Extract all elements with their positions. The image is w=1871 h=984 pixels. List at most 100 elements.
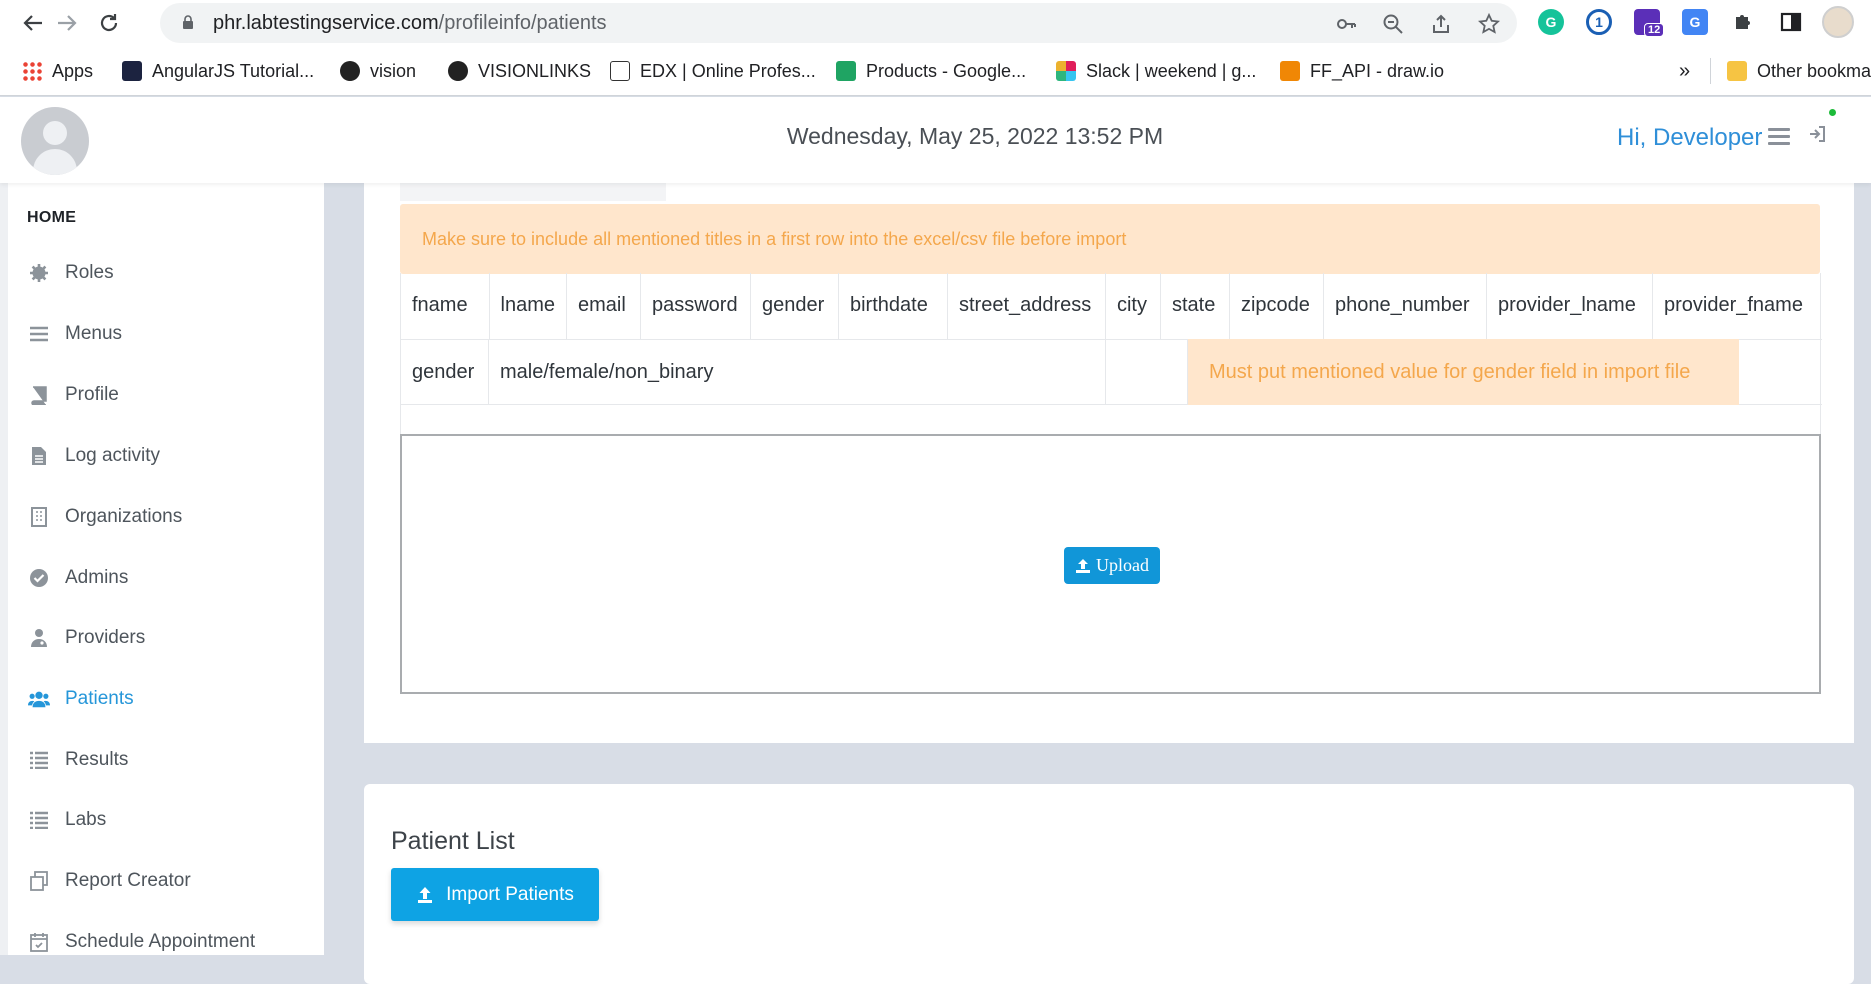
bookmark-products[interactable]: Products - Google... xyxy=(836,58,1026,84)
puzzle-icon[interactable] xyxy=(1730,9,1756,35)
bookmarks-divider xyxy=(1710,58,1711,84)
sidebar-item-label: Log activity xyxy=(65,445,161,466)
translate-icon[interactable]: G xyxy=(1682,9,1708,35)
forward-icon[interactable] xyxy=(50,6,84,40)
import-patients-button[interactable]: Import Patients xyxy=(391,868,599,921)
bookmark-label: Other bookmarks xyxy=(1757,60,1871,81)
file-icon xyxy=(28,445,50,467)
angularjs-favicon xyxy=(122,61,142,81)
file-dropzone[interactable]: Upload xyxy=(400,434,1821,694)
sidebar-item-label: Labs xyxy=(65,809,107,830)
grammarly-icon[interactable]: G xyxy=(1538,9,1564,35)
upload-icon xyxy=(1076,558,1090,573)
bookmark-label: EDX | Online Profes... xyxy=(640,60,816,81)
bookmark-slack[interactable]: Slack | weekend | g... xyxy=(1056,58,1256,84)
sidebar-item-organizations[interactable]: Organizations xyxy=(28,497,308,537)
address-bar[interactable]: phr.labtestingservice.com/profileinfo/pa… xyxy=(160,3,1517,43)
column-header: password xyxy=(640,273,751,340)
empty-cell xyxy=(1106,339,1188,405)
more-bookmarks-icon[interactable]: » xyxy=(1679,58,1690,84)
sidebar-item-schedule-appointment[interactable]: Schedule Appointment xyxy=(28,922,308,962)
import-alert: Make sure to include all mentioned title… xyxy=(400,204,1820,274)
table-row: fname lname email password gender birthd… xyxy=(401,273,1822,340)
sidebar-item-report-creator[interactable]: Report Creator xyxy=(28,861,308,901)
back-icon[interactable] xyxy=(16,6,50,40)
extension-badge: 12 xyxy=(1644,23,1665,37)
sidebar-item-log-activity[interactable]: Log activity xyxy=(28,436,308,476)
hamburger-menu-icon[interactable] xyxy=(1768,128,1790,146)
bookmark-drawio[interactable]: FF_API - draw.io xyxy=(1280,58,1444,84)
sidebar-item-labs[interactable]: Labs xyxy=(28,800,308,840)
sidebar-item-label: Results xyxy=(65,749,129,770)
bookmark-vision[interactable]: vision xyxy=(340,58,416,84)
sidebar-item-label: Admins xyxy=(65,567,129,588)
sidebar-item-results[interactable]: Results xyxy=(28,740,308,780)
user-greeting[interactable]: Hi, Developer xyxy=(1617,124,1762,152)
share-icon[interactable] xyxy=(1430,13,1452,35)
column-header: city xyxy=(1105,273,1161,340)
star-icon[interactable] xyxy=(1477,12,1501,35)
column-header: provider_fname xyxy=(1652,273,1822,340)
calendar-check-icon xyxy=(28,931,50,953)
sidebar-item-providers[interactable]: Providers xyxy=(28,618,308,658)
import-patients-label: Import Patients xyxy=(446,883,574,905)
sidebar-item-menus[interactable]: Menus xyxy=(28,314,308,354)
current-datetime: Wednesday, May 25, 2022 13:52 PM xyxy=(786,123,1164,149)
apps-grid-icon xyxy=(22,61,42,81)
list-icon xyxy=(28,749,50,771)
online-status-dot xyxy=(1829,109,1836,116)
column-header: lname xyxy=(489,273,567,340)
graduation-cap-icon[interactable]: 12 xyxy=(1634,9,1665,37)
column-header: provider_lname xyxy=(1486,273,1653,340)
bookmark-label: FF_API - draw.io xyxy=(1310,60,1445,81)
profile-avatar-icon[interactable] xyxy=(1822,6,1854,38)
bookmark-apps[interactable]: Apps xyxy=(22,58,93,84)
zoom-out-icon[interactable] xyxy=(1382,13,1404,35)
side-panel-icon[interactable] xyxy=(1778,9,1804,35)
menu-icon xyxy=(28,323,50,345)
bookmark-label: AngularJS Tutorial... xyxy=(152,60,315,81)
visionlinks-favicon xyxy=(448,61,468,81)
tab-stub xyxy=(400,183,666,201)
sidebar-item-label: Roles xyxy=(65,262,114,283)
more-bookmarks-label: » xyxy=(1679,59,1691,82)
sidebar: HOME Roles Menus Profile Log activity Or… xyxy=(8,183,324,955)
upload-button[interactable]: Upload xyxy=(1064,547,1160,584)
gender-field-cell: gender xyxy=(401,339,489,405)
users-icon xyxy=(28,688,50,710)
bookmark-other[interactable]: Other bookmarks xyxy=(1727,58,1871,84)
sidebar-heading: HOME xyxy=(27,209,77,226)
password-manager-icon[interactable]: 1 xyxy=(1586,9,1612,35)
browser-toolbar: phr.labtestingservice.com/profileinfo/pa… xyxy=(0,0,1871,46)
slack-favicon xyxy=(1056,61,1076,81)
sidebar-item-admins[interactable]: Admins xyxy=(28,558,308,598)
sidebar-edge xyxy=(0,183,8,955)
gender-note: Must put mentioned value for gender fiel… xyxy=(1188,339,1739,405)
copy-icon xyxy=(28,870,50,892)
logout-icon[interactable] xyxy=(1808,125,1826,149)
key-icon[interactable] xyxy=(1335,13,1357,35)
bookmark-label: VISIONLINKS xyxy=(478,60,592,81)
sidebar-item-profile[interactable]: Profile xyxy=(28,375,308,415)
bookmark-label: Slack | weekend | g... xyxy=(1086,60,1257,81)
column-header: street_address xyxy=(947,273,1106,340)
vision-favicon xyxy=(340,61,360,81)
book-icon xyxy=(28,384,50,406)
list-icon xyxy=(28,809,50,831)
column-header: birthdate xyxy=(838,273,948,340)
reload-icon[interactable] xyxy=(92,6,126,40)
upload-icon xyxy=(418,886,433,903)
bookmarks-bar: Apps AngularJS Tutorial... vision VISION… xyxy=(0,46,1871,96)
sidebar-item-roles[interactable]: Roles xyxy=(28,253,308,293)
column-header: state xyxy=(1160,273,1230,340)
bookmark-angularjs[interactable]: AngularJS Tutorial... xyxy=(122,58,314,84)
bookmark-label: Apps xyxy=(52,60,94,81)
column-header: gender xyxy=(750,273,839,340)
bookmark-visionlinks[interactable]: VISIONLINKS xyxy=(448,58,591,84)
sidebar-item-patients[interactable]: Patients xyxy=(28,679,308,719)
sidebar-item-label: Providers xyxy=(65,627,146,648)
bookmark-edx[interactable]: EDX | Online Profes... xyxy=(610,58,816,84)
column-header: fname xyxy=(401,273,490,340)
check-circle-icon xyxy=(28,567,50,589)
patient-list-card: Patient List Import Patients xyxy=(364,784,1854,984)
